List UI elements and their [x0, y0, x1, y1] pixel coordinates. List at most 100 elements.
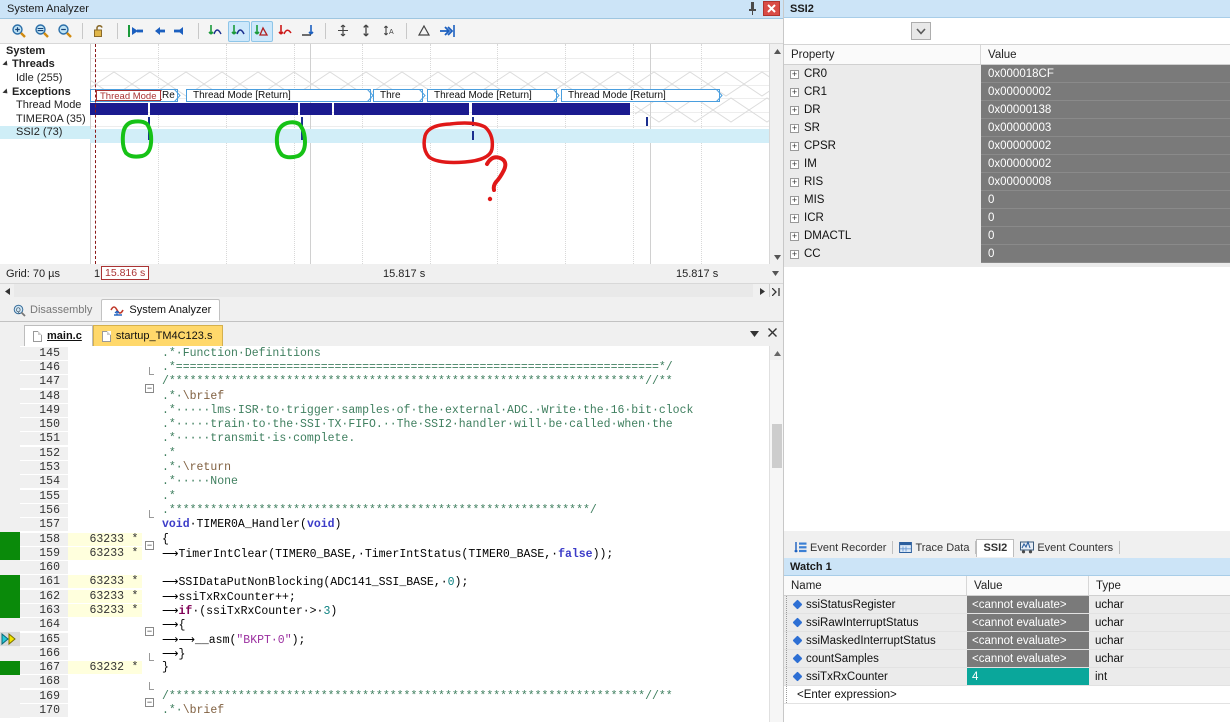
auto-scale-icon[interactable]: A: [378, 21, 400, 42]
gutter-cell[interactable]: [0, 431, 20, 447]
code-text[interactable]: .*·····lms·ISR·to·trigger·samples·of·the…: [160, 403, 783, 417]
gutter-cell[interactable]: [0, 674, 20, 690]
code-text[interactable]: ⟶⟶__asm("BKPT·0");: [160, 631, 783, 647]
code-line[interactable]: 148 .*·\brief: [0, 388, 783, 404]
gutter-cell[interactable]: [0, 388, 20, 404]
watch-new-value-cell[interactable]: [967, 686, 1089, 703]
code-line[interactable]: 170 .*·\brief: [0, 703, 783, 718]
expand-icon[interactable]: +: [790, 249, 799, 259]
gutter-cell[interactable]: [0, 517, 20, 532]
jump-end-icon[interactable]: [436, 21, 458, 42]
code-line[interactable]: 159 63233 * ⟶TimerIntClear(TIMER0_BASE,·Tim…: [0, 545, 783, 561]
register-row[interactable]: + RIS 0x00000008: [784, 173, 1230, 191]
view-tab-disassembly[interactable]: Q Disassembly: [4, 299, 101, 321]
time-cursor-line[interactable]: [95, 44, 96, 264]
watch-new-expression-row[interactable]: <Enter expression>: [784, 686, 1230, 704]
ssi2-event-tick[interactable]: [301, 131, 303, 140]
register-value[interactable]: 0x00000008: [981, 173, 1230, 191]
analyzer-row-threads[interactable]: Threads: [0, 58, 90, 72]
code-line[interactable]: 169 −/***********************************…: [0, 689, 783, 708]
register-value[interactable]: 0x00000138: [981, 101, 1230, 119]
register-row[interactable]: + CR0 0x000018CF: [784, 65, 1230, 83]
gutter-cell[interactable]: [0, 346, 20, 361]
code-line[interactable]: 157 void·TIMER0A_Handler(void): [0, 517, 783, 532]
code-line[interactable]: 147 −/***********************************…: [0, 374, 783, 393]
register-value[interactable]: 0x00000002: [981, 155, 1230, 173]
gutter-cell[interactable]: [0, 474, 20, 489]
marker-block-icon[interactable]: [251, 20, 273, 42]
code-line[interactable]: 151 .*·····transmit·is·complete.: [0, 431, 783, 447]
code-text[interactable]: ⟶ssiTxRxCounter++;: [160, 588, 783, 604]
watch-value[interactable]: <cannot evaluate>: [967, 596, 1089, 613]
editor-tab-startup-tm4c123-s[interactable]: startup_TM4C123.s: [92, 325, 224, 346]
expand-icon[interactable]: +: [790, 87, 799, 97]
timer0a-event-tick[interactable]: [472, 117, 474, 126]
register-row[interactable]: + MIS 0: [784, 191, 1230, 209]
analyzer-row-thread-mode[interactable]: Thread Mode: [0, 98, 90, 112]
register-name-cell[interactable]: + IM: [784, 155, 981, 173]
coverage-marker[interactable]: [0, 660, 20, 675]
code-line[interactable]: 160: [0, 560, 783, 575]
analyzer-row-exceptions[interactable]: Exceptions: [0, 85, 90, 99]
watch-value[interactable]: <cannot evaluate>: [967, 650, 1089, 667]
register-name-cell[interactable]: + CR0: [784, 65, 981, 83]
code-line[interactable]: 168: [0, 674, 783, 690]
watch-value[interactable]: <cannot evaluate>: [967, 632, 1089, 649]
watch-row[interactable]: ssiRawInterruptStatus <cannot evaluate> uc…: [784, 614, 1230, 632]
coverage-marker[interactable]: [0, 531, 20, 547]
gutter-cell[interactable]: [0, 460, 20, 475]
delta-icon[interactable]: [413, 21, 435, 42]
timer0a-event-tick[interactable]: [646, 117, 648, 126]
register-value[interactable]: 0x00000003: [981, 119, 1230, 137]
gutter-cell[interactable]: [0, 689, 20, 704]
exception-state-box[interactable]: Thread Mode [Return]: [186, 89, 371, 102]
current-instruction-marker[interactable]: [0, 631, 20, 647]
code-text[interactable]: .*·\return: [160, 461, 783, 475]
system-analyzer-graph[interactable]: System Threads Idle (255) Exceptions Thread …: [0, 44, 784, 264]
code-line[interactable]: 167 63232 *}: [0, 660, 783, 675]
code-text[interactable]: .*·\brief: [160, 389, 783, 403]
watch-row[interactable]: countSamples <cannot evaluate> uchar: [784, 650, 1230, 668]
code-text[interactable]: .*·····None: [160, 475, 783, 489]
timer0a-event-tick[interactable]: [301, 117, 303, 126]
code-text[interactable]: .*: [160, 446, 783, 460]
close-icon[interactable]: [763, 1, 780, 16]
expand-icon[interactable]: +: [790, 195, 799, 205]
watch-value[interactable]: <cannot evaluate>: [967, 614, 1089, 631]
fit-height-icon[interactable]: [332, 21, 354, 42]
marker-up-icon[interactable]: [228, 20, 250, 42]
code-line[interactable]: 158 63233 * −{: [0, 531, 783, 550]
gutter-cell[interactable]: [0, 360, 20, 375]
analyzer-row-ssi2-73[interactable]: SSI2 (73): [0, 125, 90, 140]
bottom-tab-event-recorder[interactable]: Event Recorder: [788, 539, 892, 557]
register-row[interactable]: + CC 0: [784, 245, 1230, 263]
watch-expression-cell[interactable]: countSamples: [784, 650, 967, 667]
gutter-cell[interactable]: [0, 646, 20, 661]
gutter-cell[interactable]: [0, 560, 20, 575]
watch-expression-cell[interactable]: ssiRawInterruptStatus: [784, 614, 967, 631]
fold-collapse-icon[interactable]: −: [145, 383, 154, 393]
register-value[interactable]: 0x000018CF: [981, 65, 1230, 83]
thread-mode-bar[interactable]: [334, 103, 469, 115]
expand-icon[interactable]: +: [790, 105, 799, 115]
register-row[interactable]: + ICR 0: [784, 209, 1230, 227]
gutter-cell[interactable]: [0, 617, 20, 632]
code-line[interactable]: 156 .************************************…: [0, 503, 783, 519]
gutter-cell[interactable]: [0, 417, 20, 432]
register-row[interactable]: + CPSR 0x00000002: [784, 137, 1230, 155]
code-line[interactable]: 154 .*·····None: [0, 474, 783, 489]
expand-icon[interactable]: +: [790, 231, 799, 241]
code-line[interactable]: 153 .*·\return: [0, 460, 783, 475]
scroll-down-icon[interactable]: [770, 250, 784, 264]
gutter-cell[interactable]: [0, 488, 20, 504]
code-text[interactable]: /***************************************…: [160, 375, 783, 389]
code-line[interactable]: 150 .*·····train·to·the·SSI·TX·FIFO.··The…: [0, 417, 783, 432]
code-line[interactable]: 146 .*===================================…: [0, 360, 783, 376]
analyzer-row-system[interactable]: System: [0, 44, 90, 58]
gutter-cell[interactable]: [0, 703, 20, 718]
editor-scroll-thumb[interactable]: [772, 424, 782, 468]
code-text[interactable]: {: [160, 532, 783, 546]
gutter-cell[interactable]: [0, 503, 20, 518]
bottom-tab-trace-data[interactable]: Trace Data: [893, 539, 975, 557]
status-scroll-down-icon[interactable]: [768, 266, 782, 281]
